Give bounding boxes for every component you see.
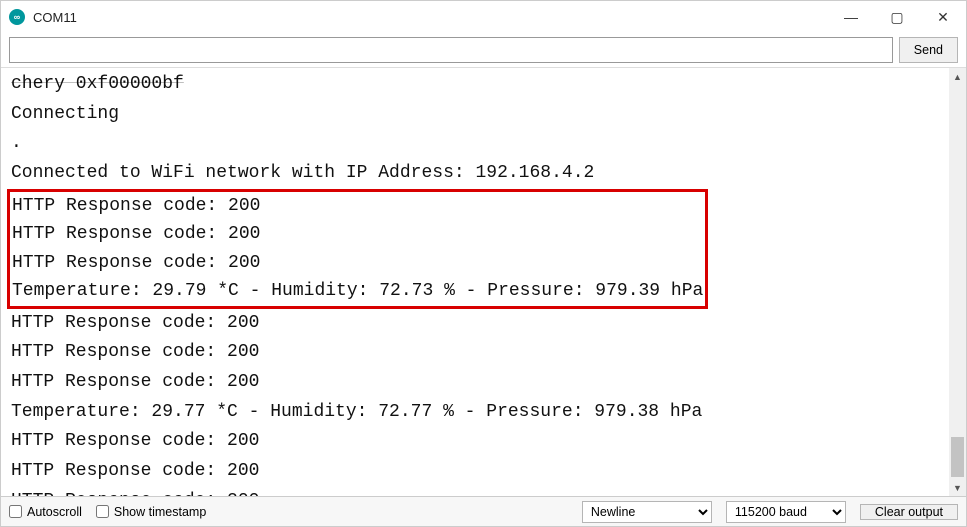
arduino-icon: ∞ — [9, 9, 25, 25]
autoscroll-input[interactable] — [9, 505, 22, 518]
console-line: HTTP Response code: 200 — [11, 461, 259, 481]
timestamp-input[interactable] — [96, 505, 109, 518]
scroll-down-icon[interactable]: ▼ — [949, 479, 966, 496]
clear-output-button[interactable]: Clear output — [860, 504, 958, 520]
console-line: HTTP Response code: 200 — [12, 196, 260, 216]
console-line: . — [11, 133, 22, 153]
title-bar: ∞ COM11 — ▢ ✕ — [1, 1, 966, 33]
autoscroll-checkbox[interactable]: Autoscroll — [9, 505, 82, 519]
baud-select[interactable]: 115200 baud — [726, 501, 846, 523]
highlighted-block: HTTP Response code: 200 HTTP Response co… — [7, 189, 708, 309]
console-wrap: chery 0xf00000bf Connecting . Connected … — [1, 67, 966, 496]
console-line: chery 0xf00000bf — [11, 74, 184, 94]
console-line: Connecting — [11, 104, 119, 124]
close-button[interactable]: ✕ — [920, 1, 966, 33]
send-row: Send — [1, 33, 966, 67]
console-line: Temperature: 29.77 *C - Humidity: 72.77 … — [11, 402, 702, 422]
window-controls: — ▢ ✕ — [828, 1, 966, 33]
console-line: HTTP Response code: 200 — [12, 253, 260, 273]
line-ending-select[interactable]: Newline — [582, 501, 712, 523]
console-line: Connected to WiFi network with IP Addres… — [11, 163, 594, 183]
scrollbar[interactable]: ▲ ▼ — [949, 68, 966, 496]
console-line: HTTP Response code: 200 — [11, 342, 259, 362]
timestamp-checkbox[interactable]: Show timestamp — [96, 505, 206, 519]
console-line: HTTP Response code: 200 — [11, 491, 259, 496]
scroll-up-icon[interactable]: ▲ — [949, 68, 966, 85]
console-line: HTTP Response code: 200 — [11, 431, 259, 451]
scroll-track[interactable] — [949, 85, 966, 479]
console-line: HTTP Response code: 200 — [11, 372, 259, 392]
console-line: HTTP Response code: 200 — [11, 313, 259, 333]
serial-input[interactable] — [9, 37, 893, 63]
autoscroll-label: Autoscroll — [27, 505, 82, 519]
scroll-thumb[interactable] — [951, 437, 964, 477]
timestamp-label: Show timestamp — [114, 505, 206, 519]
footer-bar: Autoscroll Show timestamp Newline 115200… — [1, 496, 966, 526]
maximize-button[interactable]: ▢ — [874, 1, 920, 33]
window-title: COM11 — [33, 10, 828, 25]
serial-console[interactable]: chery 0xf00000bf Connecting . Connected … — [1, 68, 966, 496]
send-button[interactable]: Send — [899, 37, 958, 63]
console-line: Temperature: 29.79 *C - Humidity: 72.73 … — [12, 281, 703, 301]
minimize-button[interactable]: — — [828, 1, 874, 33]
console-line: HTTP Response code: 200 — [12, 224, 260, 244]
